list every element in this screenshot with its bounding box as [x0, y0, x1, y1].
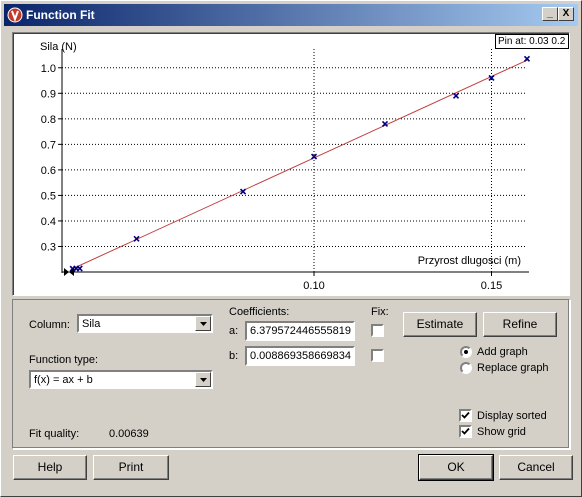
replace-graph-radio[interactable]: [460, 362, 472, 374]
fit-line: [70, 58, 529, 270]
checkmark-icon: [461, 427, 470, 435]
y-tick-label: 0.3: [41, 241, 56, 253]
function-type-select[interactable]: f(x) = ax + b: [29, 370, 213, 389]
y-tick-label: 0.5: [41, 190, 56, 202]
app-icon: [7, 7, 23, 23]
y-tick-label: 0.6: [41, 165, 56, 177]
fit-quality-label: Fit quality:: [29, 428, 80, 440]
coef-b-label: b:: [229, 350, 239, 362]
fix-b-checkbox[interactable]: [371, 349, 384, 362]
y-tick-label: 0.7: [41, 139, 56, 151]
controls-group: Column: Sila Function type: f(x) = ax + …: [12, 299, 570, 449]
title-bar[interactable]: Function Fit _ □: [4, 4, 578, 26]
checkmark-icon: [461, 411, 470, 419]
fit-chart[interactable]: 0.3 0.4 0.5 0.6 0.7 0.8 0.9 1.0 0.10 0.15 Sila (N)…: [13, 33, 569, 295]
chevron-down-icon: [200, 322, 207, 326]
print-button[interactable]: Print: [93, 455, 169, 480]
x-tick-label: 0.10: [303, 280, 324, 292]
column-select[interactable]: Sila: [77, 314, 213, 333]
y-tick-label: 1.0: [41, 63, 56, 75]
y-tick-label: 0.8: [41, 114, 56, 126]
x-axis-label: Przyrost dlugosci (m): [418, 255, 521, 267]
cancel-button[interactable]: Cancel: [499, 455, 573, 480]
function-type-select-dropdown[interactable]: [195, 372, 211, 387]
radio-dot: [464, 350, 468, 354]
x-tick-label: 0.15: [481, 280, 502, 292]
chevron-down-icon: [200, 378, 207, 382]
replace-graph-label[interactable]: Replace graph: [477, 362, 549, 374]
fix-label: Fix:: [371, 306, 389, 318]
function-type-select-value: f(x) = ax + b: [34, 374, 93, 386]
show-grid-checkbox[interactable]: [459, 425, 472, 438]
fit-quality-value: 0.00639: [109, 428, 149, 440]
pin-readout: Pin at: 0.03 0.2: [495, 34, 569, 49]
y-axis-label: Sila (N): [40, 41, 77, 53]
column-label: Column:: [29, 319, 70, 331]
plot-area[interactable]: 0.3 0.4 0.5 0.6 0.7 0.8 0.9 1.0 0.10 0.15 Sila (N)…: [12, 32, 570, 296]
coefficients-label: Coefficients:: [229, 306, 290, 318]
data-point: [76, 265, 83, 272]
display-sorted-checkbox[interactable]: [459, 409, 472, 422]
pin-marker-icon: [64, 268, 74, 276]
window-title: Function Fit: [26, 8, 95, 22]
function-fit-window: Function Fit _ □ X 0.3 0.4 0.5 0.6 0.7 0.8 0.9…: [0, 0, 582, 497]
column-select-dropdown[interactable]: [195, 316, 211, 331]
ok-button[interactable]: OK: [418, 454, 494, 481]
fix-a-checkbox[interactable]: [371, 324, 384, 337]
column-select-value: Sila: [82, 318, 101, 330]
function-type-label: Function type:: [29, 354, 99, 366]
close-button[interactable]: X: [558, 7, 574, 21]
coef-a-label: a:: [229, 325, 239, 337]
estimate-button[interactable]: Estimate: [403, 312, 477, 337]
add-graph-radio[interactable]: [460, 346, 472, 358]
add-graph-label[interactable]: Add graph: [477, 346, 528, 358]
minimize-button[interactable]: _: [542, 7, 558, 21]
coef-b-input[interactable]: 0.008869358669834: [245, 346, 355, 366]
coef-a-input[interactable]: 6.379572446555819: [245, 321, 355, 341]
y-tick-label: 0.9: [41, 88, 56, 100]
data-point: [452, 92, 460, 99]
show-grid-label[interactable]: Show grid: [477, 426, 526, 438]
y-tick-label: 0.4: [41, 216, 56, 228]
help-button[interactable]: Help: [13, 455, 87, 480]
refine-button[interactable]: Refine: [483, 312, 557, 337]
display-sorted-label[interactable]: Display sorted: [477, 410, 547, 422]
